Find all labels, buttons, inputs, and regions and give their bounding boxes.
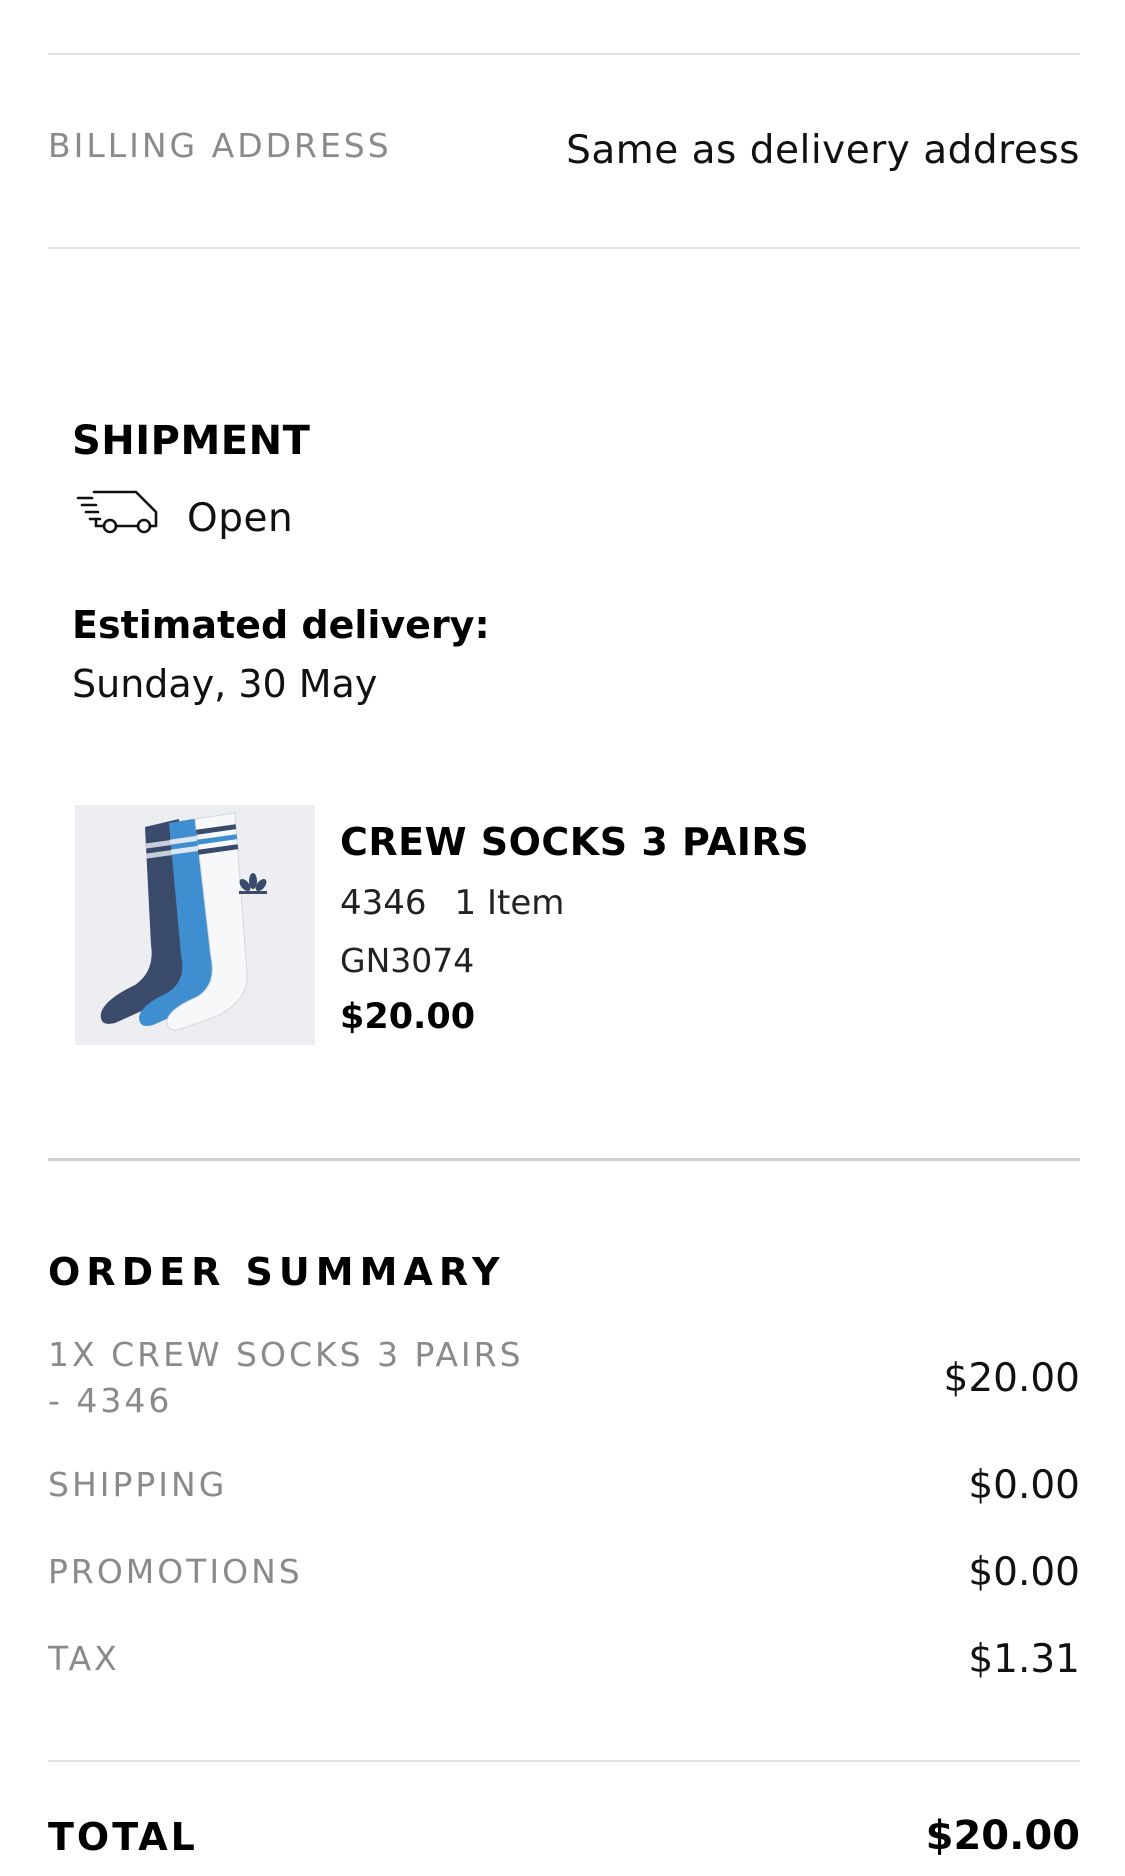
shipment-status: Open [187,496,294,541]
top-divider [48,53,1080,55]
product-quantity: 1 Item [454,883,565,923]
estimated-delivery-date: Sunday, 30 May [72,662,378,706]
total-value: $20.00 [925,1813,1080,1859]
promotions-label: PROMOTIONS [48,1552,303,1591]
order-summary-title: ORDER SUMMARY [48,1250,506,1294]
product-sku: GN3074 [340,941,475,980]
product-name[interactable]: CREW SOCKS 3 PAIRS [340,820,809,864]
summary-item-label-line2: - 4346 [48,1381,173,1420]
delivery-truck-icon [76,490,158,534]
promotions-value: $0.00 [968,1550,1080,1595]
summary-item-label-line1: 1X CREW SOCKS 3 PAIRS [48,1335,524,1374]
billing-address-label: BILLING ADDRESS [48,126,392,165]
billing-divider [48,247,1080,249]
product-price: $20.00 [340,997,476,1037]
summary-item-label: 1X CREW SOCKS 3 PAIRS - 4346 [48,1332,524,1424]
shipment-title: SHIPMENT [72,418,311,464]
product-meta: 4346 1 Item [340,883,564,923]
summary-item-value: $20.00 [943,1356,1080,1401]
total-divider [48,1760,1080,1762]
tax-label: TAX [48,1639,120,1678]
socks-illustration [100,812,267,1031]
shipping-value: $0.00 [968,1463,1080,1508]
product-image[interactable] [75,805,315,1045]
estimated-delivery-label: Estimated delivery: [72,603,490,647]
product-size: 4346 [340,883,427,923]
tax-value: $1.31 [968,1637,1080,1682]
billing-address-value: Same as delivery address [566,128,1080,173]
trefoil-logo-icon [239,873,267,894]
total-label: TOTAL [48,1815,198,1859]
shipping-label: SHIPPING [48,1465,228,1504]
product-divider [48,1158,1080,1161]
